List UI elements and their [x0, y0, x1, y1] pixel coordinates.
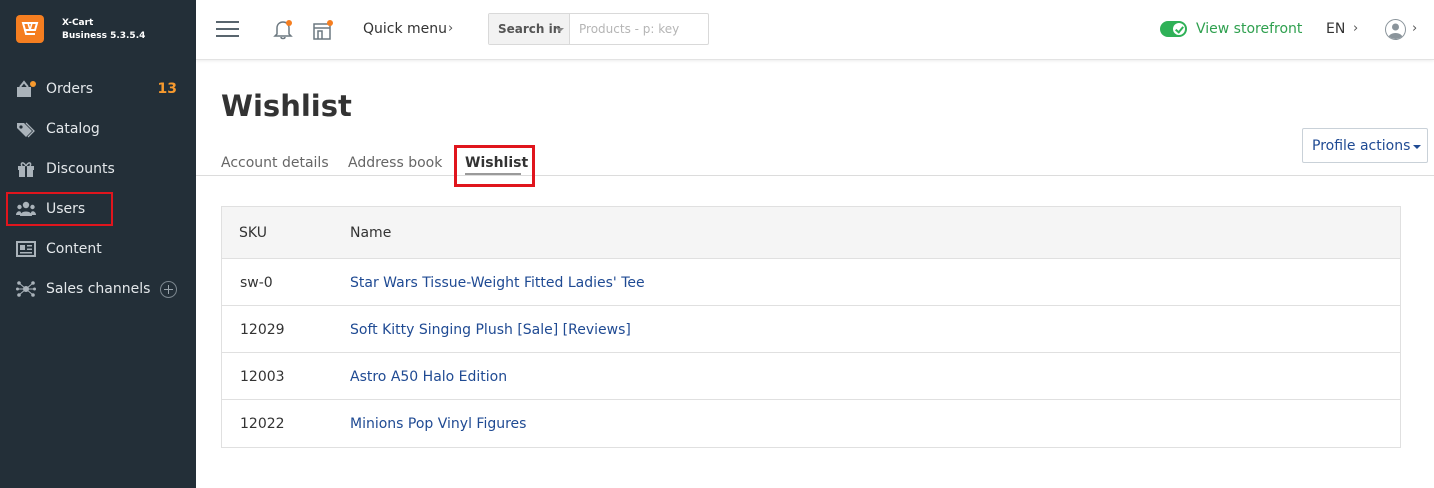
wishlist-table: SKU Name sw-0 Star Wars Tissue-Weight Fi…	[221, 206, 1401, 448]
search-scope-label: Search in	[498, 22, 562, 36]
product-name-link[interactable]: Minions Pop Vinyl Figures	[350, 415, 526, 433]
wishlist-highlight-box	[454, 145, 535, 187]
table-row: sw-0 Star Wars Tissue-Weight Fitted Ladi…	[222, 259, 1400, 306]
view-storefront-link[interactable]: View storefront	[1196, 20, 1302, 38]
tags-icon	[17, 122, 35, 138]
chevron-right-icon: ›	[1412, 21, 1418, 36]
orders-count-badge: 13	[157, 81, 177, 97]
quick-menu-link[interactable]: Quick menu	[363, 20, 447, 38]
table-header: SKU Name	[222, 207, 1400, 259]
storefront-toggle[interactable]	[1160, 21, 1187, 37]
tab-account-details[interactable]: Account details	[221, 154, 329, 172]
sidebar: X-Cart Business 5.3.5.4 Orders 13 Catalo…	[0, 0, 196, 488]
product-name-link[interactable]: Soft Kitty Singing Plush [Sale] [Reviews…	[350, 321, 631, 339]
sidebar-item-discounts[interactable]: Discounts	[0, 151, 196, 187]
tabs-divider	[196, 175, 1434, 176]
tab-address-book[interactable]: Address book	[348, 154, 442, 172]
sku-cell: 12022	[240, 416, 285, 432]
search-box: Search in	[488, 13, 709, 45]
user-avatar-icon[interactable]	[1385, 19, 1406, 40]
xcart-logo-icon	[16, 15, 44, 43]
sidebar-item-label: Sales channels	[46, 281, 151, 297]
product-name-link[interactable]: Astro A50 Halo Edition	[350, 368, 507, 386]
sidebar-item-label: Discounts	[46, 161, 115, 177]
top-header: Quick menu › Search in View storefront E…	[196, 0, 1434, 60]
sku-cell: 12003	[240, 369, 285, 385]
table-row: 12022 Minions Pop Vinyl Figures	[222, 400, 1400, 447]
network-icon	[16, 281, 36, 297]
sku-cell: sw-0	[240, 275, 273, 291]
column-header-name: Name	[350, 225, 392, 241]
sidebar-item-catalog[interactable]: Catalog	[0, 111, 196, 147]
menu-toggle-icon[interactable]	[216, 19, 239, 39]
sku-cell: 12029	[240, 322, 285, 338]
add-channel-icon[interactable]	[160, 281, 177, 298]
sidebar-item-label: Catalog	[46, 121, 100, 137]
content-icon	[16, 241, 36, 257]
page-title: Wishlist	[221, 89, 352, 123]
search-input[interactable]	[571, 14, 707, 44]
brand-name: X-Cart	[62, 18, 94, 28]
sidebar-item-sales-channels[interactable]: Sales channels	[0, 271, 196, 307]
check-icon	[1173, 23, 1185, 35]
users-highlight-box	[6, 192, 113, 226]
column-header-sku: SKU	[239, 225, 267, 241]
caret-down-icon	[556, 28, 564, 32]
table-row: 12003 Astro A50 Halo Edition	[222, 353, 1400, 400]
profile-actions-label: Profile actions	[1312, 138, 1411, 154]
orders-icon	[17, 80, 36, 97]
brand[interactable]: X-Cart Business 5.3.5.4	[0, 0, 196, 60]
chevron-right-icon: ›	[448, 21, 454, 36]
chevron-right-icon: ›	[1353, 21, 1359, 36]
profile-actions-button[interactable]: Profile actions	[1302, 128, 1428, 163]
search-scope-dropdown[interactable]: Search in	[489, 14, 570, 44]
gift-icon	[18, 162, 34, 177]
sidebar-item-orders[interactable]: Orders 13	[0, 71, 196, 107]
marketplace-icon[interactable]	[312, 19, 334, 41]
sidebar-item-content[interactable]: Content	[0, 231, 196, 267]
sidebar-item-label: Orders	[46, 81, 94, 97]
caret-down-icon	[1413, 145, 1421, 149]
sidebar-item-label: Content	[46, 241, 102, 257]
product-name-link[interactable]: Star Wars Tissue-Weight Fitted Ladies' T…	[350, 274, 645, 292]
table-row: 12029 Soft Kitty Singing Plush [Sale] [R…	[222, 306, 1400, 353]
language-selector[interactable]: EN	[1326, 20, 1345, 38]
brand-version: Business 5.3.5.4	[62, 31, 146, 41]
notifications-bell-icon[interactable]	[273, 19, 293, 41]
